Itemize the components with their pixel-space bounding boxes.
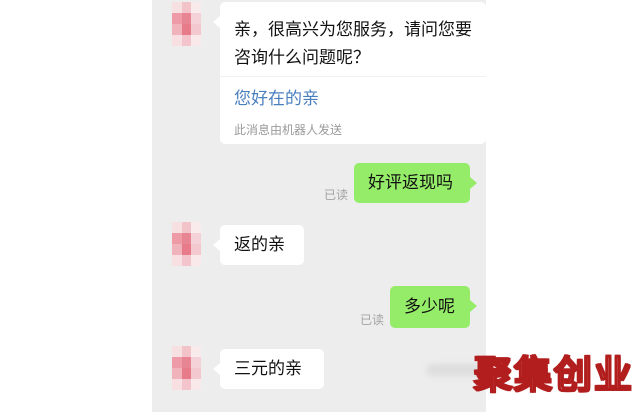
read-status: 已读 [360, 313, 385, 327]
card-greeting-text: 亲，很高兴为您服务，请问您要咨询什么问题呢？ [234, 20, 472, 68]
card-divider [220, 76, 486, 77]
quick-reply-link[interactable]: 您好在的亲 [234, 87, 319, 111]
read-status: 已读 [324, 188, 349, 202]
robot-sent-note: 此消息由机器人发送 [234, 123, 343, 137]
avatar-icon[interactable] [172, 2, 210, 46]
sent-message-bubble[interactable]: 多少呢 [390, 286, 477, 328]
message-text: 多少呢 [404, 297, 455, 317]
message-text: 三元的亲 [234, 359, 302, 379]
message-text: 好评返现吗 [368, 173, 453, 193]
received-message-bubble[interactable]: 返的亲 [213, 225, 304, 265]
chat-panel: 亲，很高兴为您服务，请问您要咨询什么问题呢？ 您好在的亲 此消息由机器人发送 已… [152, 0, 486, 412]
sent-message-bubble[interactable]: 好评返现吗 [354, 163, 477, 203]
avatar-icon[interactable] [172, 346, 210, 390]
received-message-bubble[interactable]: 三元的亲 [213, 349, 324, 389]
avatar-icon[interactable] [172, 222, 210, 266]
message-text: 返的亲 [234, 235, 285, 255]
robot-reply-card: 亲，很高兴为您服务，请问您要咨询什么问题呢？ 您好在的亲 此消息由机器人发送 [213, 2, 486, 144]
watermark-logo: 聚集创业 [473, 352, 635, 398]
